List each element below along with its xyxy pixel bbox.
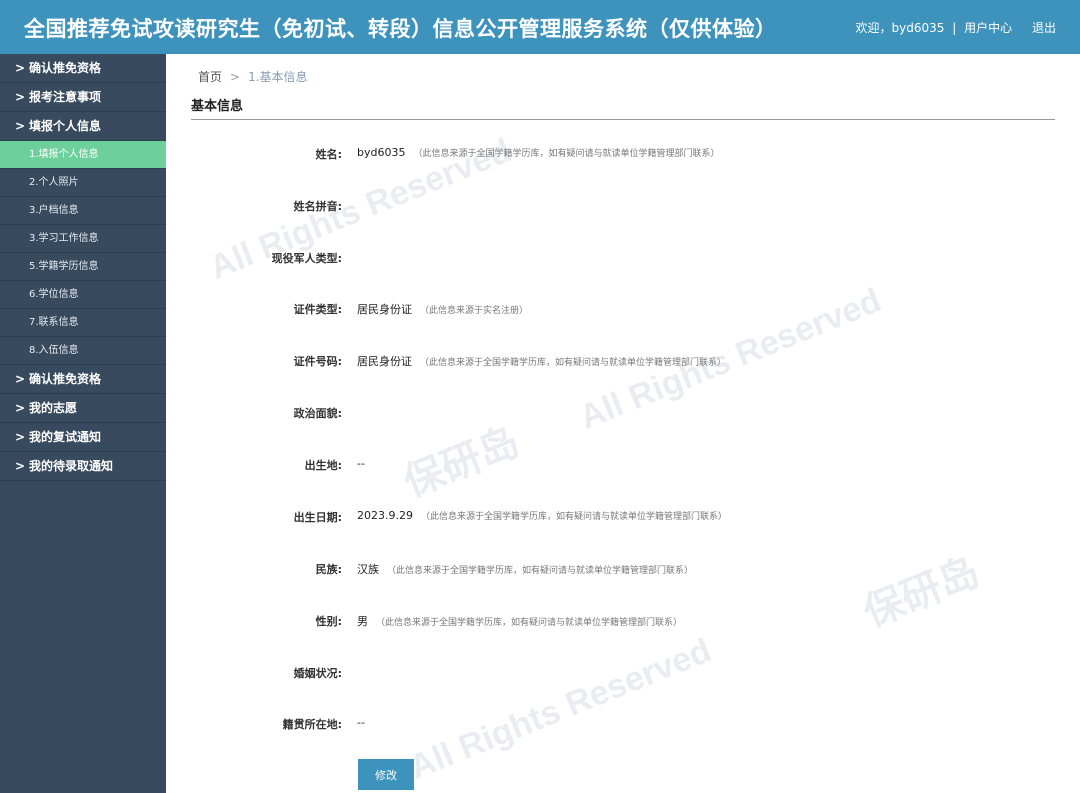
welcome-text: 欢迎，byd6035 <box>855 21 945 35</box>
field-label: 籍贯所在地: <box>282 718 342 731</box>
chevron-right-icon: > <box>15 401 26 415</box>
field-label: 姓名: <box>315 148 342 161</box>
field-label: 性别: <box>315 615 342 628</box>
field-value-text: 汉族 <box>357 563 379 576</box>
sidebar-subitem-household[interactable]: 3.户档信息 <box>0 197 166 225</box>
sidebar-item-label: 我的复试通知 <box>29 430 102 444</box>
sidebar-item-label: 报考注意事项 <box>29 90 102 104</box>
field-value: 居民身份证 （此信息来源于实名注册） <box>357 301 528 317</box>
field-value: byd6035 （此信息来源于全国学籍学历库，如有疑问请与就读单位学籍管理部门联系… <box>357 146 719 159</box>
breadcrumb-current: 1.基本信息 <box>248 70 308 84</box>
sidebar-item-admission-notice[interactable]: > 我的待录取通知 <box>0 452 166 481</box>
field-value: 居民身份证 （此信息来源于全国学籍学历库，如有疑问请与就读单位学籍管理部门联系） <box>357 353 726 369</box>
sidebar-item-confirm-eligibility[interactable]: > 确认推免资格 <box>0 54 166 83</box>
field-row-gender: 性别: 男 （此信息来源于全国学籍学历库，如有疑问请与就读单位学籍管理部门联系） <box>166 613 1080 633</box>
breadcrumb: 首页 >1.基本信息 <box>198 68 308 85</box>
field-label: 证件类型: <box>293 303 342 316</box>
chevron-right-icon: > <box>15 459 26 473</box>
field-value-text: -- <box>357 716 365 729</box>
field-label: 政治面貌: <box>293 407 342 420</box>
field-value <box>357 198 365 211</box>
field-row-birthplace: 出生地: -- <box>166 457 1080 477</box>
breadcrumb-separator: > <box>230 70 241 84</box>
field-label: 民族: <box>315 563 342 576</box>
field-note: （此信息来源于全国学籍学历库，如有疑问请与就读单位学籍管理部门联系） <box>420 512 727 522</box>
field-value: -- <box>357 716 373 729</box>
field-note: （此信息来源于全国学籍学历库，如有疑问请与就读单位学籍管理部门联系） <box>413 149 720 159</box>
sidebar-item-retest-notice[interactable]: > 我的复试通知 <box>0 423 166 452</box>
field-value: -- <box>357 457 373 470</box>
sidebar-item-label: 确认推免资格 <box>29 61 102 75</box>
field-value <box>357 665 365 678</box>
chevron-right-icon: > <box>15 61 26 75</box>
field-value-text: byd6035 <box>357 146 406 159</box>
main-content: 首页 >1.基本信息 基本信息 姓名: byd6035 （此信息来源于全国学籍学历库… <box>166 54 1080 793</box>
field-note: （此信息来源于全国学籍学历库，如有疑问请与就读单位学籍管理部门联系） <box>376 618 683 628</box>
field-value-text: 居民身份证 <box>357 355 412 368</box>
sidebar-item-label: 我的待录取通知 <box>29 459 114 473</box>
field-row-political-status: 政治面貌: <box>166 405 1080 425</box>
field-row-name: 姓名: byd6035 （此信息来源于全国学籍学历库，如有疑问请与就读单位学籍管理… <box>166 146 1080 166</box>
field-label: 出生地: <box>304 459 342 472</box>
field-value-text: 男 <box>357 615 368 628</box>
sidebar-item-label: 确认推免资格 <box>29 372 102 386</box>
sidebar-subitem-study-work[interactable]: 3.学习工作信息 <box>0 225 166 253</box>
field-row-id-number: 证件号码: 居民身份证 （此信息来源于全国学籍学历库，如有疑问请与就读单位学籍管理… <box>166 353 1080 373</box>
sidebar-subitem-contact[interactable]: 7.联系信息 <box>0 309 166 337</box>
breadcrumb-home[interactable]: 首页 <box>198 70 222 84</box>
top-header: 全国推荐免试攻读研究生（免初试、转段）信息公开管理服务系统（仅供体验） 欢迎，b… <box>0 0 1080 54</box>
field-value: 2023.9.29 （此信息来源于全国学籍学历库，如有疑问请与就读单位学籍管理部门… <box>357 509 727 522</box>
field-row-birthdate: 出生日期: 2023.9.29 （此信息来源于全国学籍学历库，如有疑问请与就读单位… <box>166 509 1080 529</box>
sidebar-item-label: 填报个人信息 <box>29 119 102 133</box>
chevron-right-icon: > <box>15 430 26 444</box>
sidebar-subitem-degree[interactable]: 6.学位信息 <box>0 281 166 309</box>
chevron-right-icon: > <box>15 372 26 386</box>
menu-separator: | <box>952 21 957 35</box>
field-value-text: 2023.9.29 <box>357 509 413 522</box>
field-row-id-type: 证件类型: 居民身份证 （此信息来源于实名注册） <box>166 301 1080 321</box>
field-label: 姓名拼音: <box>293 200 342 213</box>
field-value-text: 居民身份证 <box>357 303 412 316</box>
field-note: （此信息来源于全国学籍学历库，如有疑问请与就读单位学籍管理部门联系） <box>387 566 694 576</box>
user-menu: 欢迎，byd6035 | 用户中心 退出 <box>852 19 1056 36</box>
sidebar-item-personal-info[interactable]: > 填报个人信息 <box>0 112 166 141</box>
field-label: 现役军人类型: <box>271 252 342 265</box>
field-row-marital-status: 婚姻状况: <box>166 665 1080 685</box>
field-row-native-place: 籍贯所在地: -- <box>166 716 1080 736</box>
app-title: 全国推荐免试攻读研究生（免初试、转段）信息公开管理服务系统（仅供体验） <box>24 17 777 41</box>
logout-link[interactable]: 退出 <box>1032 21 1056 35</box>
edit-button[interactable]: 修改 <box>358 759 414 790</box>
sidebar-subitem-enlistment[interactable]: 8.入伍信息 <box>0 337 166 365</box>
field-note: （此信息来源于全国学籍学历库，如有疑问请与就读单位学籍管理部门联系） <box>420 358 727 368</box>
sidebar-subitem-photo[interactable]: 2.个人照片 <box>0 169 166 197</box>
field-label: 出生日期: <box>293 511 342 524</box>
field-value-text: -- <box>357 457 365 470</box>
field-row-ethnicity: 民族: 汉族 （此信息来源于全国学籍学历库，如有疑问请与就读单位学籍管理部门联系） <box>166 561 1080 581</box>
field-row-military-type: 现役军人类型: <box>166 250 1080 270</box>
user-center-link[interactable]: 用户中心 <box>964 21 1012 35</box>
chevron-right-icon: > <box>15 90 26 104</box>
sidebar-item-confirm-eligibility-2[interactable]: > 确认推免资格 <box>0 365 166 394</box>
section-divider <box>191 119 1055 120</box>
field-label: 婚姻状况: <box>293 667 342 680</box>
field-value <box>357 405 365 418</box>
field-note: （此信息来源于实名注册） <box>420 306 529 316</box>
field-value: 汉族 （此信息来源于全国学籍学历库，如有疑问请与就读单位学籍管理部门联系） <box>357 561 693 577</box>
field-value <box>357 250 365 263</box>
sidebar: > 确认推免资格 > 报考注意事项 > 填报个人信息 1.填报个人信息 2.个人照片 … <box>0 54 166 793</box>
sidebar-subitem-education[interactable]: 5.学籍学历信息 <box>0 253 166 281</box>
field-value: 男 （此信息来源于全国学籍学历库，如有疑问请与就读单位学籍管理部门联系） <box>357 613 682 629</box>
section-title: 基本信息 <box>191 99 244 114</box>
chevron-right-icon: > <box>15 119 26 133</box>
sidebar-item-my-applications[interactable]: > 我的志愿 <box>0 394 166 423</box>
field-row-pinyin: 姓名拼音: <box>166 198 1080 218</box>
sidebar-item-exam-notes[interactable]: > 报考注意事项 <box>0 83 166 112</box>
sidebar-subitem-basic-info[interactable]: 1.填报个人信息 <box>0 141 166 169</box>
field-label: 证件号码: <box>293 355 342 368</box>
sidebar-item-label: 我的志愿 <box>29 401 78 415</box>
